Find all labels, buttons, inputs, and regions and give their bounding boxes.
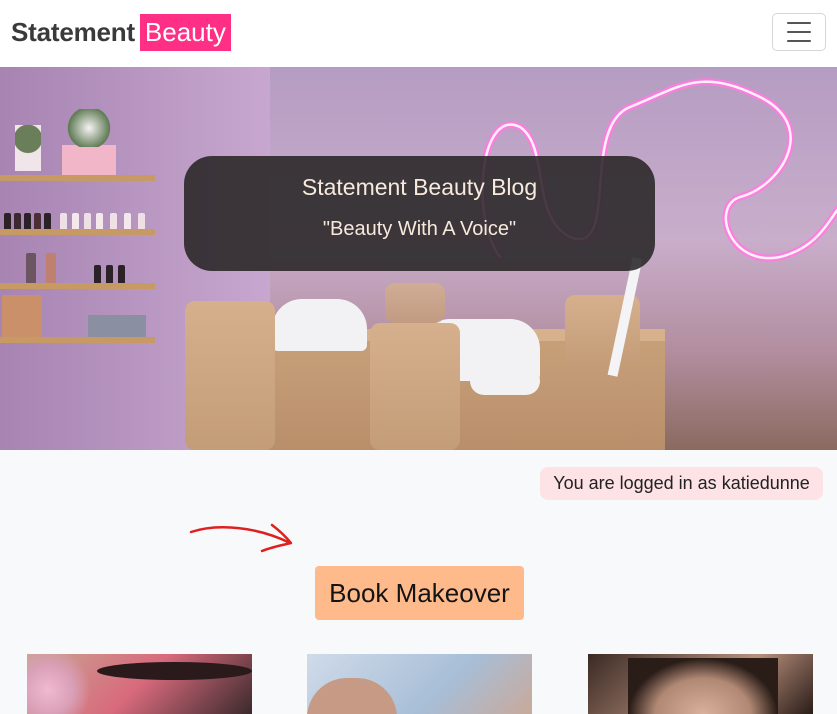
hero-bottle xyxy=(26,253,36,283)
card-image-detail xyxy=(628,658,778,714)
hero-title: Statement Beauty Blog xyxy=(301,174,538,200)
brand-name: Statement xyxy=(11,17,135,47)
hero-bottle xyxy=(138,213,145,229)
hero-bottle xyxy=(118,265,125,283)
brand-logo[interactable]: Statement Beauty xyxy=(11,14,231,51)
hero-shelf xyxy=(0,337,155,343)
hero-basket xyxy=(88,315,146,337)
navbar: Statement Beauty xyxy=(0,0,837,67)
hero-bottle xyxy=(96,213,103,229)
brand-accent: Beauty xyxy=(139,14,231,51)
hero-bottle xyxy=(72,213,79,229)
hero-chair xyxy=(370,323,460,450)
hero-bottle xyxy=(24,213,31,229)
hero-bottle xyxy=(94,265,101,283)
hero-chair xyxy=(185,301,275,450)
hero-bottle xyxy=(14,213,21,229)
navbar-toggler-button[interactable] xyxy=(772,13,826,51)
hero-bottle xyxy=(4,213,11,229)
hero-nail-lamp xyxy=(470,367,540,395)
card-image-detail xyxy=(307,678,397,714)
blog-card-image[interactable] xyxy=(588,654,813,714)
hero-bottle xyxy=(124,213,131,229)
hero-section: Statement Beauty Blog "Beauty With A Voi… xyxy=(0,67,837,450)
hero-bottle xyxy=(110,213,117,229)
card-image-detail xyxy=(97,662,252,680)
hero-bottle xyxy=(34,213,41,229)
hero-banner: Statement Beauty Blog "Beauty With A Voi… xyxy=(184,156,655,271)
login-status-badge: You are logged in as katiedunne xyxy=(540,467,823,500)
hero-plant xyxy=(15,125,41,171)
hero-shelf xyxy=(0,229,155,235)
hero-bottle xyxy=(84,213,91,229)
hero-shelf xyxy=(0,175,155,181)
hero-bottle xyxy=(46,253,56,283)
card-image-detail xyxy=(27,654,97,714)
arrow-right-icon xyxy=(189,523,293,553)
hero-shelf xyxy=(0,283,155,289)
hero-bottle xyxy=(60,213,67,229)
hero-plant xyxy=(66,109,112,147)
hamburger-menu-icon-bar xyxy=(787,31,811,33)
hamburger-menu-icon-bar xyxy=(787,40,811,42)
hero-bottle xyxy=(106,265,113,283)
hero-planter xyxy=(62,145,116,175)
hero-subtitle: "Beauty With A Voice" xyxy=(322,218,517,240)
blog-card-image[interactable] xyxy=(307,654,532,714)
hero-box xyxy=(2,295,42,337)
hero-nail-lamp xyxy=(272,299,367,351)
hero-bottle xyxy=(44,213,51,229)
blog-card-image[interactable] xyxy=(27,654,252,714)
book-makeover-button[interactable]: Book Makeover xyxy=(315,566,524,620)
hero-chair xyxy=(385,283,445,323)
hamburger-menu-icon xyxy=(787,22,811,24)
